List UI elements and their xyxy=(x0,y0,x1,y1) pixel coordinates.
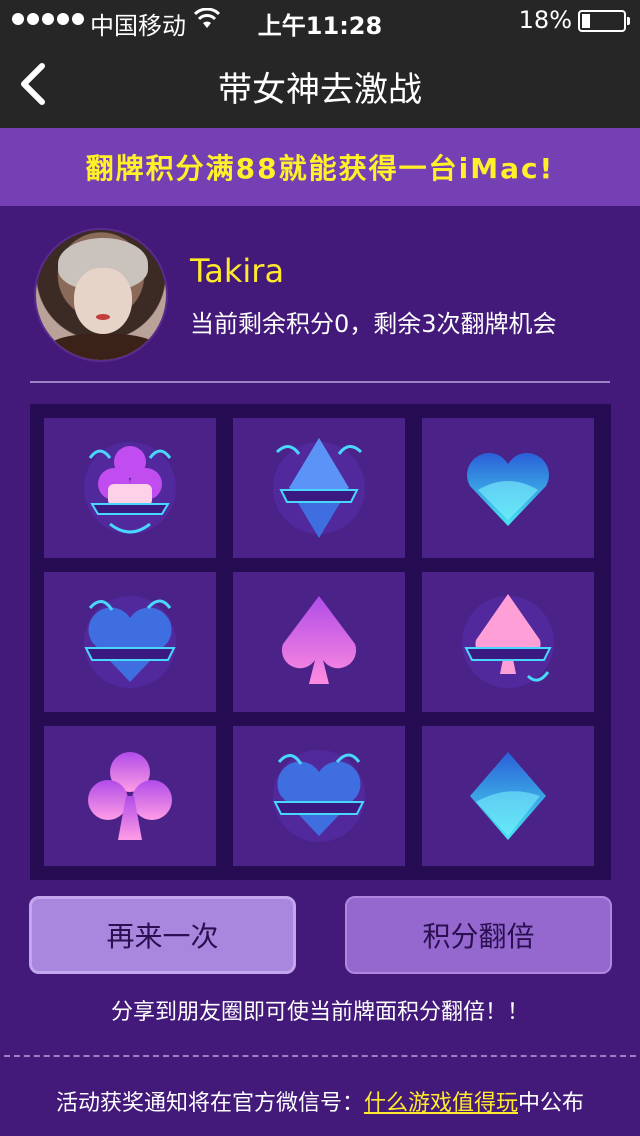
promo-banner-text: 翻牌积分满88就能获得一台iMac! xyxy=(85,152,555,185)
avatar xyxy=(34,228,168,362)
card-5[interactable] xyxy=(233,572,405,712)
retry-button[interactable]: 再来一次 xyxy=(29,896,296,974)
card-grid xyxy=(30,404,611,880)
club-icon xyxy=(88,752,172,840)
battery-icon xyxy=(578,10,630,32)
nav-bar: 带女神去激战 xyxy=(0,40,640,128)
divider xyxy=(30,381,610,383)
card-9[interactable] xyxy=(422,726,594,866)
share-tip: 分享到朋友圈即可使当前牌面积分翻倍！！ xyxy=(110,1000,529,1025)
card-7[interactable] xyxy=(44,726,216,866)
double-points-button[interactable]: 积分翻倍 xyxy=(345,896,612,974)
heart-ornate-icon xyxy=(273,750,365,842)
score-info: 当前剩余积分0，剩余3次翻牌机会 xyxy=(190,310,557,338)
card-8[interactable] xyxy=(233,726,405,866)
card-3[interactable] xyxy=(422,418,594,558)
card-6[interactable] xyxy=(422,572,594,712)
card-2[interactable] xyxy=(233,418,405,558)
heart-icon xyxy=(467,453,549,526)
diamond-icon xyxy=(470,752,546,840)
footer-notice: 活动获奖通知将在官方微信号：什么游戏值得玩中公布 xyxy=(0,1085,640,1117)
status-bar: 中国移动 上午11:28 18% xyxy=(0,0,640,40)
club-ornate-icon xyxy=(84,442,176,534)
username: Takira xyxy=(190,252,285,290)
footer-suffix: 中公布 xyxy=(518,1091,585,1116)
promo-banner: 翻牌积分满88就能获得一台iMac! xyxy=(0,128,640,206)
battery-percent: 18% xyxy=(518,6,572,34)
official-account-link[interactable]: 什么游戏值得玩 xyxy=(364,1091,518,1116)
divider-dashed xyxy=(4,1055,636,1057)
spade-ornate-icon xyxy=(462,594,554,688)
page-title: 带女神去激战 xyxy=(218,70,422,110)
spade-icon xyxy=(281,596,357,684)
diamond-ornate-icon xyxy=(273,438,365,538)
footer-prefix: 活动获奖通知将在官方微信号： xyxy=(55,1091,364,1116)
heart-ornate-icon xyxy=(84,596,176,688)
card-1[interactable] xyxy=(44,418,216,558)
card-4[interactable] xyxy=(44,572,216,712)
